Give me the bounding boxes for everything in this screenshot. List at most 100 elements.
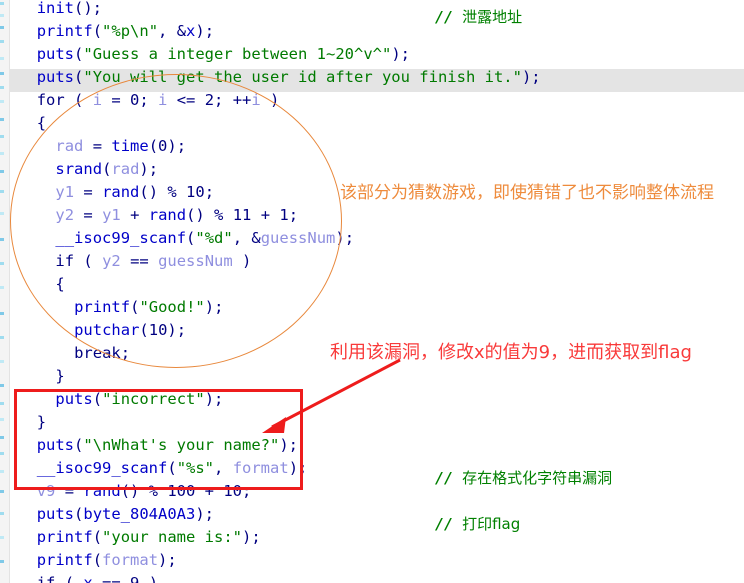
code-token: ( [167,459,177,477]
code-token: y2 [55,206,75,224]
gutter-tick [0,336,4,339]
code-line[interactable]: puts("\nWhat's your name?"); [37,434,298,457]
code-token: puts [36,68,75,86]
code-line[interactable]: printf("Good!"); [74,296,223,319]
gutter-tick [0,100,4,103]
comment-slashes: // [435,8,463,26]
code-token: { [55,275,65,293]
code-line[interactable]: __isoc99_scanf("%s", format); [37,457,308,480]
code-token: printf [36,22,93,40]
code-line[interactable]: printf("%p\n", &x); [37,20,214,43]
pseudocode-text[interactable]: init(); printf("%p\n", &x); puts("Guess a … [18,0,744,583]
code-line[interactable]: y1 = rand() % 10; [55,181,214,204]
code-line[interactable]: puts("Guess a integer between 1~20^v^"); [37,43,410,66]
code-token: ( [102,160,112,178]
code-line[interactable]: puts(byte_804A0A3); [37,503,214,526]
code-token: = [83,137,112,155]
code-token: (0); [148,137,187,155]
gutter-tick [0,86,4,89]
gutter-tick [0,286,4,289]
code-line[interactable]: y2 = y1 + rand() % 11 + 1; [55,204,298,227]
gutter-tick [0,452,4,455]
red-annotation-text: 利用该漏洞，修改x的值为9，进而获取到flag [330,342,692,363]
code-token: rad [55,137,84,155]
code-token: __isoc99_scanf [36,459,168,477]
code-line[interactable]: puts("You will get the user id after you… [37,66,541,89]
code-token: puts [36,436,75,454]
code-token: ( [92,551,103,569]
code-line[interactable]: init(); [37,0,102,20]
code-token: ( [92,528,103,546]
code-token: == 9 ) [92,574,159,583]
inline-comment: // 泄露地址 [435,6,522,27]
gutter-tick [0,262,4,265]
code-line[interactable]: rad = time(0); [55,135,186,158]
code-line[interactable]: __isoc99_scanf("%d", &guessNum); [55,227,354,250]
code-token: x [186,22,196,40]
code-line[interactable]: for ( i = 0; i <= 2; ++i ) [37,89,280,112]
code-line[interactable]: v9 = rand() % 100 + 10; [37,480,252,503]
code-token: ) [232,252,252,270]
code-token: init [36,0,75,17]
code-token: puts [36,505,75,523]
inline-comment: // 存在格式化字符串漏洞 [435,467,612,488]
code-token: (); [74,0,103,17]
code-token: byte_804A0A3 [83,505,196,523]
code-line[interactable]: } [37,411,46,434]
code-line[interactable]: printf(format); [37,549,177,572]
code-token: ( [74,68,84,86]
gutter-tick [0,512,4,515]
code-token: + [120,206,149,224]
code-token: ); [204,390,224,408]
gutter-tick [0,26,4,29]
code-token: ( [55,574,84,583]
gutter-tick [0,57,4,60]
code-token: ( [74,505,84,523]
code-line[interactable]: { [55,273,64,296]
code-token: , & [232,229,261,247]
code-token: putchar [74,321,140,339]
code-line[interactable]: } [55,365,64,388]
code-line[interactable]: { [37,112,46,135]
code-line[interactable]: srand(rad); [55,158,158,181]
code-token: y2 [102,252,121,270]
code-token: time [111,137,149,155]
code-line[interactable]: break; [74,342,130,365]
code-line[interactable]: puts("incorrect"); [55,388,223,411]
code-token: ); [335,229,355,247]
code-token: <= 2; ++ [167,91,252,109]
code-token: "Guess a integer between 1~20^v^" [83,45,392,63]
gutter-tick [0,170,4,173]
comment-text: 存在格式化字符串漏洞 [462,469,613,487]
code-line[interactable]: putchar(10); [74,319,186,342]
comment-text: 打印flag [462,515,521,533]
code-token: rand [83,482,121,500]
code-token: for [36,91,65,109]
gutter-tick [0,490,4,493]
comment-slashes: // [435,515,463,533]
code-line[interactable]: if ( y2 == guessNum ) [55,250,251,273]
gutter-tick [0,560,4,563]
code-token: } [36,413,47,431]
code-token: rad [111,160,140,178]
code-token: () % 11 + 1; [186,206,299,224]
code-token: ( [92,22,103,40]
pseudocode-screenshot: init(); printf("%p\n", &x); puts("Guess a … [0,0,744,583]
gutter-tick [0,238,4,241]
code-token: "%d" [195,229,233,247]
code-token: ); [158,551,177,569]
code-line[interactable]: if ( x == 9 ) [37,572,158,583]
code-token: ( [74,252,103,270]
orange-annotation-text: 该部分为猜数游戏，即使猜错了也不影响整体流程 [340,183,714,203]
gutter-tick [0,536,4,539]
gutter-tick [0,470,4,473]
code-token: "You will get the user id after you fini… [83,68,522,86]
code-token: printf [36,528,93,546]
code-token: format [232,459,289,477]
code-token: = 0; [102,91,159,109]
code-token: i [158,91,168,109]
gutter-tick [0,118,4,121]
code-token: ); [242,528,261,546]
code-line[interactable]: printf("your name is:"); [37,526,261,549]
code-token: y1 [102,206,121,224]
